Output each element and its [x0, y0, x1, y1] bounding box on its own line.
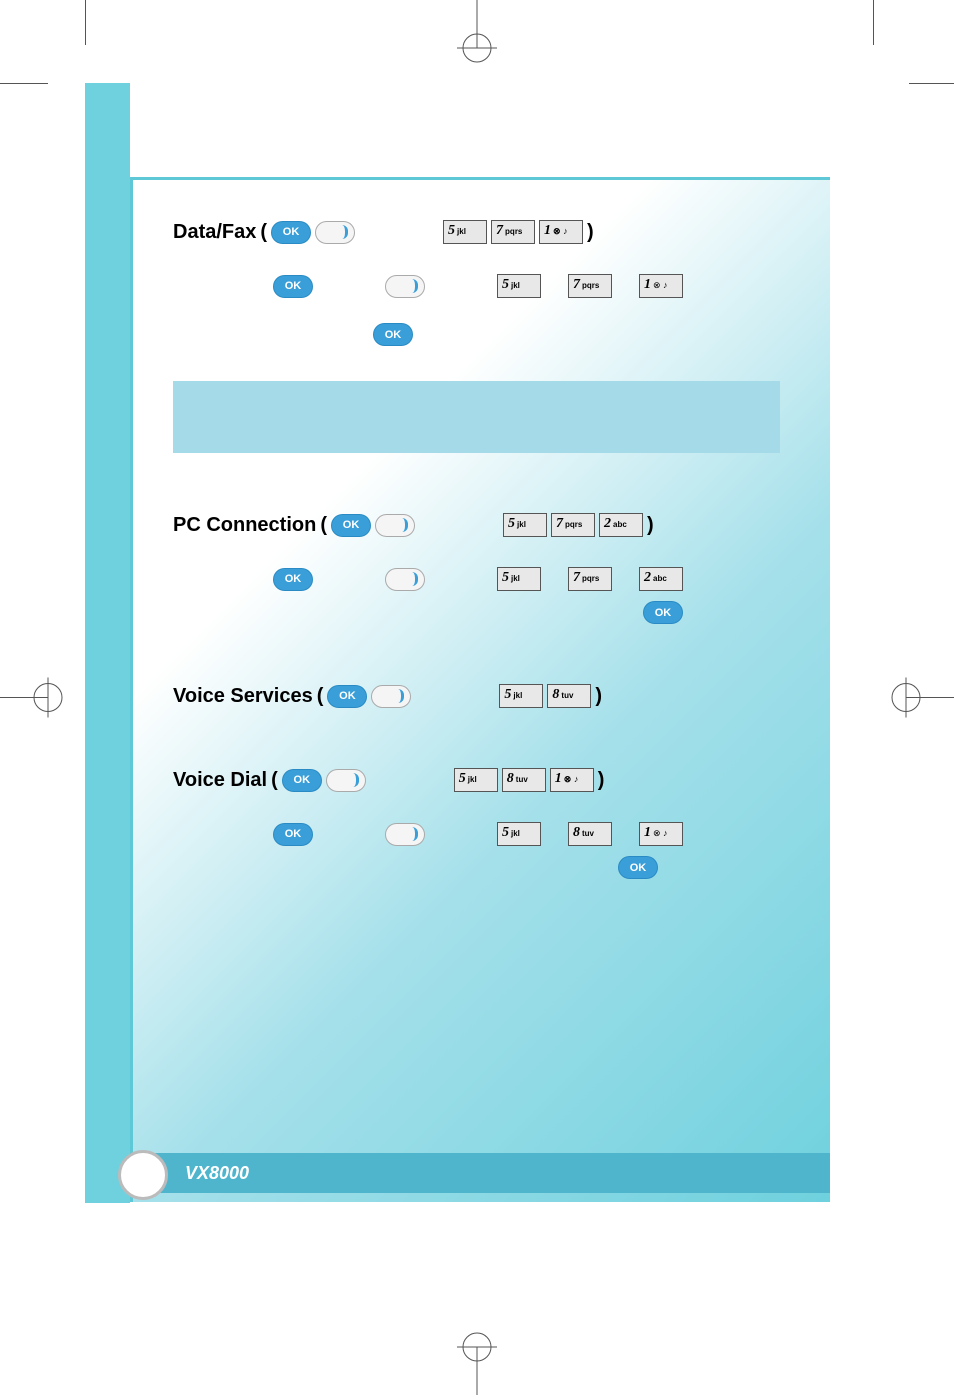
key-2: 2abc [599, 513, 643, 537]
heading-text: Data/Fax [173, 221, 256, 244]
section-voice-services: Voice Services ( OK 5jkl 8tuv ) [173, 684, 780, 708]
paren-open: ( [317, 685, 324, 708]
key-5: 5jkl [454, 768, 498, 792]
ok-icon: OK [273, 275, 313, 298]
info-box [173, 381, 780, 453]
heading-text: Voice Services [173, 685, 313, 708]
key-8: 8tuv [568, 822, 612, 846]
ok-icon: OK [273, 568, 313, 591]
step-row: OK [373, 323, 780, 346]
registration-mark-right [884, 676, 954, 725]
ok-icon: OK [327, 685, 367, 708]
registration-mark-top [455, 0, 499, 75]
section-heading: Voice Services ( OK 5jkl 8tuv ) [173, 684, 780, 708]
nav-right-icon [385, 823, 425, 846]
step-row: OK 5jkl 7pqrs 2abc [273, 567, 780, 591]
nav-right-icon [385, 568, 425, 591]
paren-close: ) [647, 514, 654, 537]
ok-icon: OK [331, 514, 371, 537]
section-voice-dial: Voice Dial ( OK 5jkl 8tuv 1⊗ ♪ ) OK 5jkl… [173, 768, 780, 879]
key-7: 7pqrs [551, 513, 595, 537]
key-7: 7pqrs [491, 220, 535, 244]
ok-icon: OK [618, 856, 658, 879]
ok-icon: OK [271, 221, 311, 244]
paren-open: ( [320, 514, 327, 537]
paren-close: ) [587, 221, 594, 244]
nav-right-icon [315, 221, 355, 244]
side-strip [85, 83, 130, 1203]
key-7: 7pqrs [568, 274, 612, 298]
key-5: 5jkl [503, 513, 547, 537]
step-row: OK 5jkl 7pqrs 1⊗ ♪ [273, 274, 780, 298]
key-1: 1⊗ ♪ [550, 768, 594, 792]
paren-open: ( [271, 769, 278, 792]
crop-mark [0, 83, 48, 84]
paren-open: ( [260, 221, 267, 244]
key-5: 5jkl [499, 684, 543, 708]
key-8: 8tuv [547, 684, 591, 708]
ok-icon: OK [282, 769, 322, 792]
key-1: 1⊗ ♪ [639, 274, 683, 298]
paren-close: ) [598, 769, 605, 792]
crop-mark [85, 0, 86, 45]
step-row: OK [618, 856, 780, 879]
ok-icon: OK [273, 823, 313, 846]
page-content: Data/Fax ( OK 5jkl 7pqrs 1⊗ ♪ ) OK 5jkl … [130, 177, 830, 1202]
key-1: 1⊗ ♪ [539, 220, 583, 244]
key-2: 2abc [639, 567, 683, 591]
heading-text: PC Connection [173, 514, 316, 537]
nav-right-icon [385, 275, 425, 298]
section-heading: Data/Fax ( OK 5jkl 7pqrs 1⊗ ♪ ) [173, 220, 780, 244]
registration-mark-bottom [455, 1325, 499, 1400]
key-7: 7pqrs [568, 567, 612, 591]
section-data-fax: Data/Fax ( OK 5jkl 7pqrs 1⊗ ♪ ) OK 5jkl … [173, 220, 780, 453]
nav-right-icon [371, 685, 411, 708]
key-5: 5jkl [497, 822, 541, 846]
ok-icon: OK [373, 323, 413, 346]
step-row: OK 5jkl 8tuv 1⊗ ♪ [273, 822, 780, 846]
key-8: 8tuv [502, 768, 546, 792]
heading-text: Voice Dial [173, 769, 267, 792]
ok-icon: OK [643, 601, 683, 624]
key-5: 5jkl [497, 567, 541, 591]
nav-right-icon [326, 769, 366, 792]
key-5: 5jkl [443, 220, 487, 244]
registration-mark-left [0, 676, 70, 725]
section-heading: PC Connection ( OK 5jkl 7pqrs 2abc ) [173, 513, 780, 537]
paren-close: ) [595, 685, 602, 708]
key-5: 5jkl [497, 274, 541, 298]
step-row: OK [643, 601, 780, 624]
footer-circle-icon [118, 1150, 168, 1200]
section-pc-connection: PC Connection ( OK 5jkl 7pqrs 2abc ) OK … [173, 513, 780, 624]
model-label: VX8000 [185, 1163, 249, 1184]
section-heading: Voice Dial ( OK 5jkl 8tuv 1⊗ ♪ ) [173, 768, 780, 792]
key-1: 1⊗ ♪ [639, 822, 683, 846]
crop-mark [909, 83, 954, 84]
nav-right-icon [375, 514, 415, 537]
crop-mark [873, 0, 874, 45]
footer-bar: VX8000 [130, 1153, 830, 1193]
